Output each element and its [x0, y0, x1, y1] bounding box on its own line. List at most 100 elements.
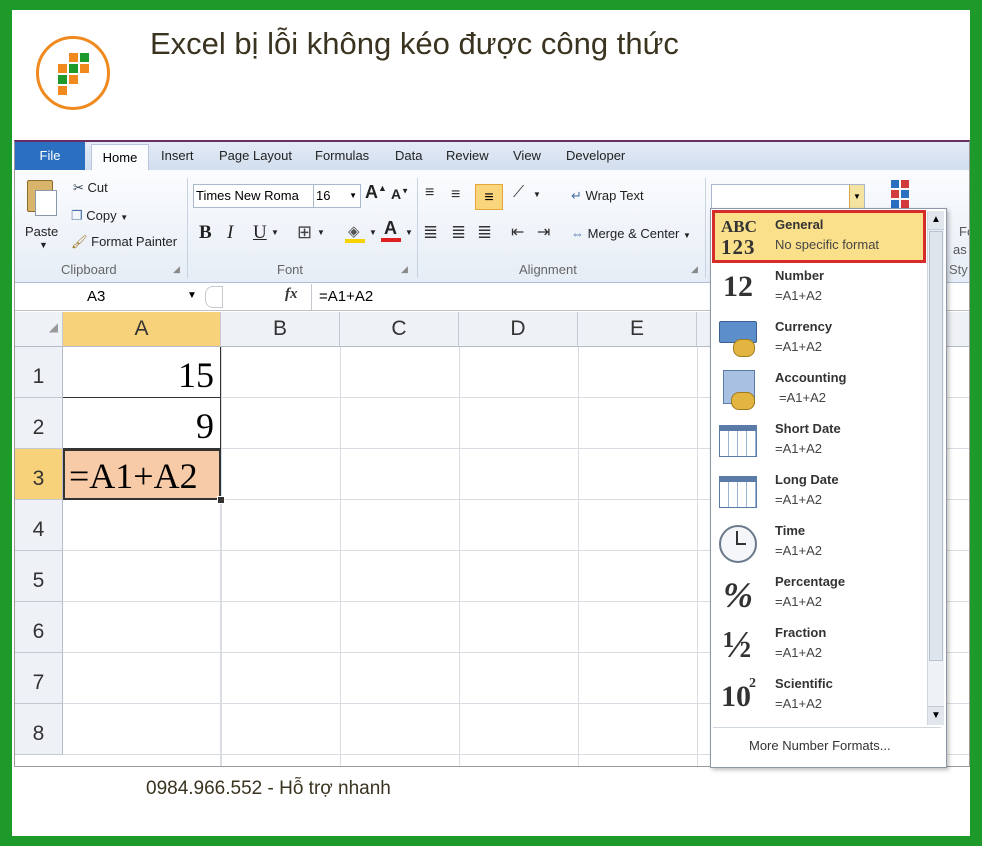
tab-data[interactable]: Data [395, 148, 422, 163]
format-option-accounting[interactable]: Accounting =A1+A2 [713, 364, 925, 415]
copy-button[interactable]: ❐ Copy ▼ [71, 208, 128, 224]
cut-button[interactable]: ✂ Cut [73, 180, 108, 196]
chevron-down-icon: ▼ [39, 240, 48, 250]
tab-page-layout[interactable]: Page Layout [219, 148, 292, 163]
scroll-thumb[interactable] [929, 231, 943, 661]
row-header-1[interactable]: 1 [15, 347, 63, 398]
merge-center-button[interactable]: ⇔ Merge & Center ▼ [571, 226, 691, 241]
format-option-name: Currency [775, 319, 833, 334]
format-option-name: Short Date [775, 421, 841, 436]
chevron-down-icon: ▼ [271, 228, 279, 237]
row-header-4[interactable]: 4 [15, 500, 63, 551]
row-header-8[interactable]: 8 [15, 704, 63, 755]
cell-a2[interactable]: 9 [63, 398, 221, 449]
column-header-b[interactable]: B [221, 312, 340, 347]
align-bottom-icon[interactable]: ≡ [475, 184, 503, 210]
paste-button[interactable]: Paste ▼ [21, 178, 61, 258]
scroll-down-icon[interactable]: ▼ [928, 706, 944, 725]
number-format-dropdown: ABC 123 General No specific format 12 Nu… [710, 208, 947, 768]
copy-icon: ❐ [71, 208, 83, 223]
logo [36, 36, 110, 110]
italic-button[interactable]: I [227, 222, 233, 244]
fill-color-icon[interactable]: ◈ [345, 220, 365, 243]
format-option-sample: No specific format [775, 237, 880, 252]
group-label-alignment: Alignment [519, 262, 577, 277]
chevron-down-icon[interactable]: ▼ [849, 185, 864, 209]
font-size-select[interactable]: 16 ▼ [313, 184, 361, 208]
number-format-select[interactable]: ▼ [711, 184, 865, 210]
fill-handle[interactable] [217, 496, 225, 504]
increase-indent-icon[interactable]: ⇥ [537, 222, 550, 242]
decrease-indent-icon[interactable]: ⇤ [511, 222, 524, 242]
format-option-time[interactable]: Time =A1+A2 [713, 517, 925, 568]
align-left-icon[interactable]: ≣ [423, 222, 438, 243]
scientific-icon: 10 2 [721, 676, 756, 713]
format-option-name: Time [775, 523, 806, 538]
row-header-6[interactable]: 6 [15, 602, 63, 653]
font-name-select[interactable]: Times New Roma [193, 184, 315, 208]
column-header-a[interactable]: A [63, 312, 221, 347]
align-right-icon[interactable]: ≣ [477, 222, 492, 243]
dialog-launcher-icon[interactable]: ◢ [401, 264, 408, 275]
orientation-icon[interactable]: ⟋ [513, 184, 524, 202]
tab-home[interactable]: Home [91, 144, 149, 171]
group-label-styles: Sty [949, 262, 968, 277]
format-option-fraction[interactable]: ½ Fraction =A1+A2 [713, 619, 925, 670]
dialog-launcher-icon[interactable]: ◢ [173, 264, 180, 275]
format-option-sample: =A1+A2 [775, 696, 822, 711]
align-middle-icon[interactable]: ≡ [451, 186, 460, 204]
chevron-down-icon: ▼ [405, 228, 413, 237]
align-center-icon[interactable]: ≣ [451, 222, 466, 243]
format-option-general[interactable]: ABC 123 General No specific format [712, 210, 926, 263]
more-number-formats[interactable]: More Number Formats... [713, 727, 941, 764]
bold-button[interactable]: B [199, 222, 212, 244]
format-option-short-date[interactable]: Short Date =A1+A2 [713, 415, 925, 466]
accounting-icon [717, 370, 763, 410]
dialog-launcher-icon[interactable]: ◢ [691, 264, 698, 275]
conditional-formatting-icon[interactable] [891, 180, 925, 210]
tab-view[interactable]: View [513, 148, 541, 163]
format-option-name: General [775, 217, 824, 232]
tab-file[interactable]: File [15, 142, 85, 170]
scroll-up-icon[interactable]: ▲ [928, 211, 944, 230]
format-option-scientific[interactable]: 10 2 Scientific =A1+A2 [713, 670, 925, 721]
row-header-3[interactable]: 3 [15, 449, 63, 500]
column-header-e[interactable]: E [578, 312, 697, 347]
format-option-percentage[interactable]: % Percentage =A1+A2 [713, 568, 925, 619]
cell-a1[interactable]: 15 [63, 347, 221, 398]
format-option-long-date[interactable]: Long Date =A1+A2 [713, 466, 925, 517]
tab-formulas[interactable]: Formulas [315, 148, 369, 163]
formula-bar-handle[interactable] [205, 286, 223, 308]
column-header-c[interactable]: C [340, 312, 459, 347]
tab-insert[interactable]: Insert [161, 148, 194, 163]
dropdown-scrollbar[interactable]: ▲ ▼ [927, 211, 944, 725]
font-name-value: Times New Roma [196, 188, 299, 203]
tab-review[interactable]: Review [446, 148, 489, 163]
underline-button[interactable]: U [253, 222, 267, 244]
align-top-icon[interactable]: ≡ [425, 184, 434, 202]
font-size-value: 16 [316, 188, 331, 203]
insert-function-icon[interactable]: fx [285, 286, 298, 303]
select-all-corner[interactable]: ◢ [15, 312, 63, 347]
column-header-d[interactable]: D [459, 312, 578, 347]
tab-developer[interactable]: Developer [566, 148, 625, 163]
borders-icon[interactable]: ⊞ [297, 222, 312, 243]
format-painter-label: Format Painter [91, 234, 178, 249]
row-header-7[interactable]: 7 [15, 653, 63, 704]
formula-input[interactable]: =A1+A2 [319, 288, 373, 305]
font-color-icon[interactable]: A [381, 218, 401, 242]
format-painter-button[interactable]: 🖌 Format Painter [71, 234, 177, 250]
shrink-font-icon[interactable]: A▼ [391, 186, 409, 202]
wrap-text-button[interactable]: ↵ Wrap Text [571, 188, 644, 204]
row-header-5[interactable]: 5 [15, 551, 63, 602]
format-option-currency[interactable]: Currency =A1+A2 [713, 313, 925, 364]
general-abc-icon: ABC 123 [721, 217, 757, 259]
scissors-icon: ✂ [73, 180, 84, 195]
page-frame: Excel bị lỗi không kéo được công thức Fi… [12, 10, 970, 836]
cell-a3[interactable]: =A1+A2 [63, 449, 221, 500]
grow-font-icon[interactable]: A▲ [365, 182, 387, 203]
row-header-2[interactable]: 2 [15, 398, 63, 449]
format-option-number[interactable]: 12 Number =A1+A2 [713, 262, 925, 313]
calendar-icon [717, 472, 763, 512]
name-box[interactable]: A3 ▼ [15, 284, 203, 310]
